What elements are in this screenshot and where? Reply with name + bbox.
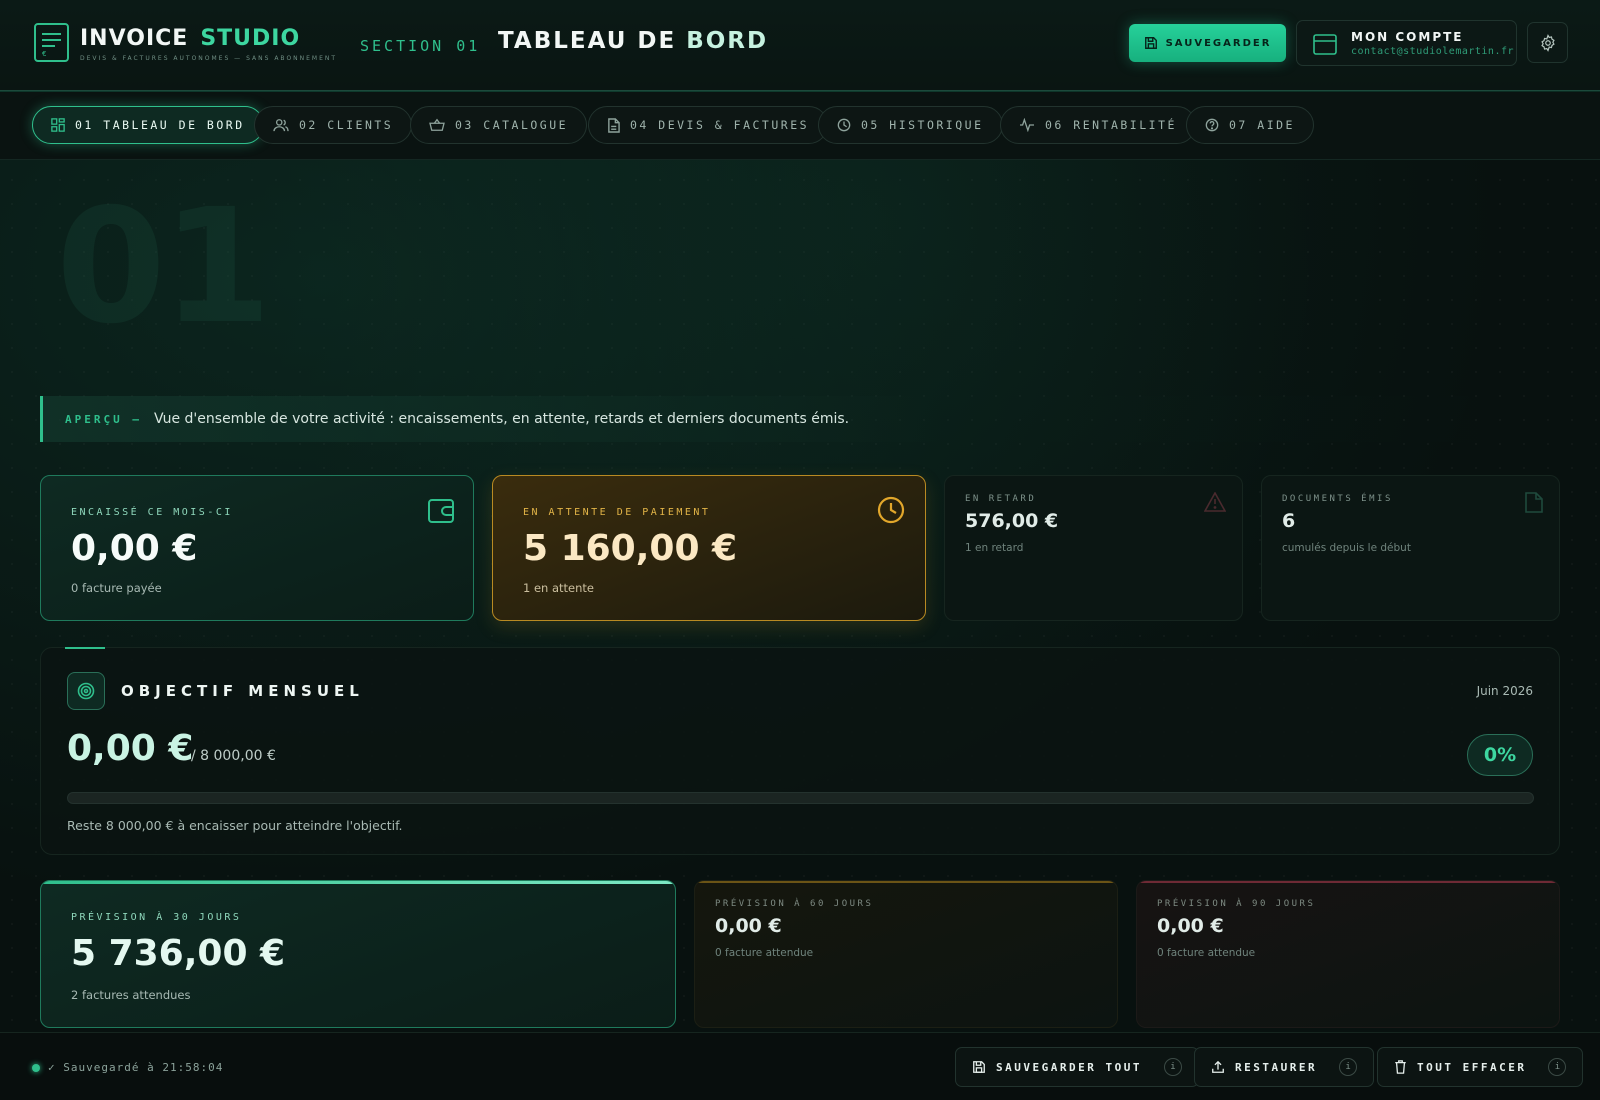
info-icon[interactable]: i (1339, 1058, 1358, 1076)
save-all-button[interactable]: SAUVEGARDER TOUT i (955, 1047, 1199, 1087)
footer-bar: ✓ Sauvegardé à 21:58:04 SAUVEGARDER TOUT… (0, 1032, 1600, 1100)
tab-catalogue[interactable]: 03 CATALOGUE (410, 106, 588, 144)
section-label: SECTION 01 (360, 37, 481, 55)
stat-sub: 1 en attente (523, 581, 595, 595)
status-dot (32, 1063, 40, 1072)
tab-tableau-de-bord[interactable]: 01 TABLEAU DE BORD (32, 106, 264, 144)
gear-icon (1540, 33, 1555, 52)
document-icon (608, 117, 620, 133)
brand-name: INVOICE STUDIO (80, 26, 300, 51)
info-icon[interactable]: i (1548, 1058, 1567, 1076)
stat-value: 576,00 € (965, 510, 1059, 532)
stat-value: 6 (1282, 510, 1296, 532)
stat-label: EN ATTENTE DE PAIEMENT (523, 507, 711, 518)
help-icon (1205, 118, 1219, 132)
forecast-sub: 0 facture attendue (715, 947, 814, 959)
account-email: contact@studiolemartin.fr (1351, 46, 1515, 57)
section-number-watermark: 01 (56, 175, 272, 359)
basket-icon (429, 118, 445, 131)
forecast-card-30: PRÉVISION À 30 JOURS 5 736,00 € 2 factur… (40, 880, 676, 1028)
forecast-value: 0,00 € (1157, 915, 1224, 937)
goal-remaining-text: Reste 8 000,00 € à encaisser pour attein… (67, 818, 403, 833)
forecast-label: PRÉVISION À 90 JOURS (1157, 899, 1316, 909)
stat-card-en-attente: EN ATTENTE DE PAIEMENT 5 160,00 € 1 en a… (492, 475, 926, 621)
target-icon (67, 672, 105, 710)
forecast-sub: 0 facture attendue (1157, 947, 1256, 959)
brand-tagline: DEVIS & FACTURES AUTONOMES — SANS ABONNE… (80, 55, 338, 62)
stat-card-en-retard: EN RETARD 576,00 € 1 en retard (944, 475, 1243, 621)
clock-icon (837, 118, 851, 132)
save-icon (973, 1061, 985, 1073)
goal-progress-bar (67, 792, 1534, 804)
page-title: TABLEAU DE BORD (498, 28, 769, 54)
overview-text: Vue d'ensemble de votre activité : encai… (153, 411, 850, 427)
overview-label: APERÇU — (65, 412, 142, 426)
forecast-label: PRÉVISION À 60 JOURS (715, 899, 874, 909)
stat-sub: 0 facture payée (71, 581, 162, 595)
goal-title: OBJECTIF MENSUEL (121, 682, 364, 700)
brand-part2: STUDIO (200, 26, 301, 51)
forecast-card-90: PRÉVISION À 90 JOURS 0,00 € 0 facture at… (1136, 880, 1560, 1028)
forecast-value: 5 736,00 € (71, 933, 286, 974)
settings-button[interactable] (1527, 22, 1568, 63)
tab-clients[interactable]: 02 CLIENTS (254, 106, 413, 144)
trash-icon (1395, 1060, 1406, 1074)
brand-part1: INVOICE (80, 26, 189, 51)
info-icon[interactable]: i (1163, 1058, 1182, 1076)
activity-icon (1020, 118, 1034, 132)
warning-icon (1204, 492, 1226, 512)
stat-card-documents: DOCUMENTS ÉMIS 6 cumulés depuis le début (1261, 475, 1560, 621)
forecast-sub: 2 factures attendues (71, 988, 191, 1002)
tab-historique[interactable]: 05 HISTORIQUE (818, 106, 1003, 144)
goal-amount: 0,00 € (67, 728, 194, 769)
goal-target: / 8 000,00 € (191, 748, 276, 764)
account-button[interactable]: MON COMPTE contact@studiolemartin.fr (1296, 20, 1517, 66)
calendar-icon (1313, 34, 1337, 55)
main-nav: 01 TABLEAU DE BORD 02 CLIENTS 03 CATALOG… (0, 92, 1600, 160)
account-name: MON COMPTE (1351, 30, 1464, 44)
app-header: € INVOICE STUDIO DEVIS & FACTURES AUTONOM… (0, 0, 1600, 91)
file-icon (1525, 492, 1543, 513)
stat-card-encaisse: ENCAISSÉ CE MOIS-CI 0,00 € 0 facture pay… (40, 475, 474, 621)
overview-banner: APERÇU — Vue d'ensemble de votre activit… (40, 396, 1560, 442)
save-status: ✓ Sauvegardé à 21:58:04 (32, 1061, 223, 1074)
stat-label: ENCAISSÉ CE MOIS-CI (71, 507, 233, 518)
dashboard-icon (51, 118, 65, 132)
stat-value: 0,00 € (71, 528, 198, 569)
stat-value: 5 160,00 € (523, 528, 738, 569)
tab-rentabilite[interactable]: 06 RENTABILITÉ (1000, 106, 1196, 144)
forecast-label: PRÉVISION À 30 JOURS (71, 912, 242, 923)
stat-label: EN RETARD (965, 494, 1037, 504)
wallet-icon (428, 499, 454, 523)
stat-sub: 1 en retard (965, 542, 1024, 554)
restore-button[interactable]: RESTAURER i (1194, 1047, 1375, 1087)
stat-sub: cumulés depuis le début (1282, 542, 1411, 554)
tab-devis-factures[interactable]: 04 DEVIS & FACTURES (588, 106, 829, 144)
forecast-value: 0,00 € (715, 915, 782, 937)
clock-icon (877, 496, 905, 524)
goal-percent-badge: 0% (1467, 734, 1533, 776)
save-button[interactable]: SAUVEGARDER (1129, 24, 1286, 62)
forecast-card-60: PRÉVISION À 60 JOURS 0,00 € 0 facture at… (694, 880, 1118, 1028)
clear-all-button[interactable]: TOUT EFFACER i (1377, 1047, 1584, 1087)
goal-month: Juin 2026 (1476, 684, 1533, 698)
tab-aide[interactable]: 07 AIDE (1186, 106, 1314, 144)
save-icon (1144, 37, 1157, 49)
invoice-logo-icon: € (34, 23, 69, 62)
stat-label: DOCUMENTS ÉMIS (1282, 494, 1393, 504)
users-icon (273, 119, 289, 132)
monthly-goal-panel: OBJECTIF MENSUEL Juin 2026 0,00 € / 8 00… (40, 647, 1560, 855)
upload-icon (1212, 1060, 1224, 1073)
